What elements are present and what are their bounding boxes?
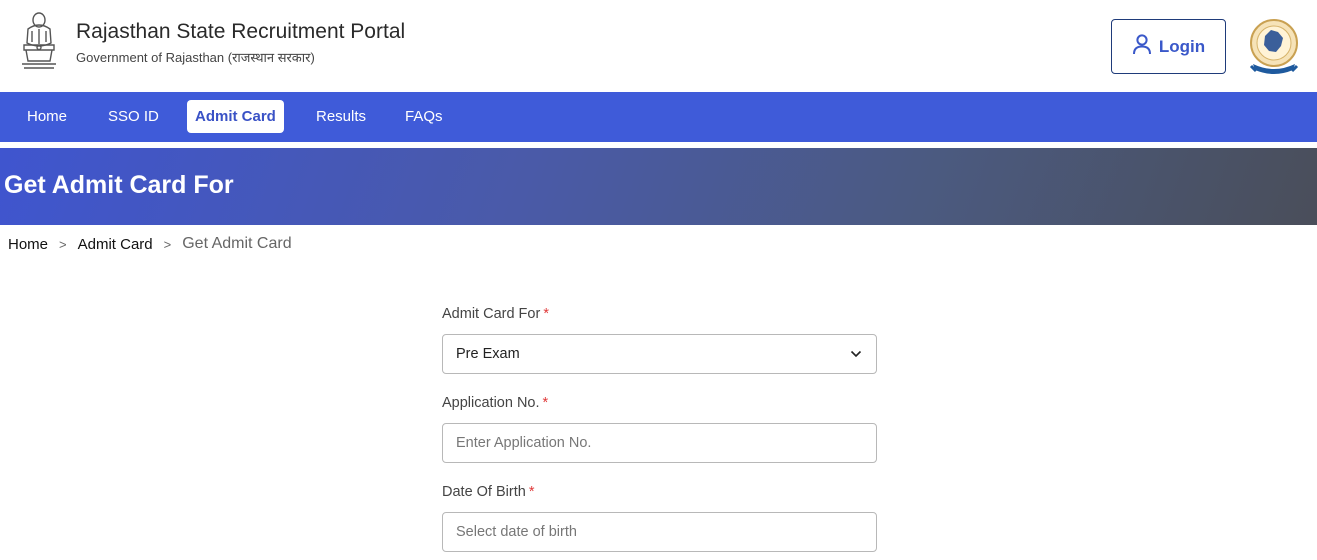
- site-title: Rajasthan State Recruitment Portal: [76, 20, 406, 43]
- admit-card-for-label-text: Admit Card For: [442, 306, 541, 322]
- date-of-birth-placeholder: Select date of birth: [456, 524, 577, 540]
- site-header: Rajasthan State Recruitment Portal Gover…: [0, 0, 1317, 92]
- admit-card-for-select[interactable]: Pre Exam: [442, 334, 877, 374]
- admit-card-for-value: Pre Exam: [456, 346, 520, 362]
- rajasthan-map-logo-icon: [1247, 16, 1301, 76]
- breadcrumb-admit-card[interactable]: Admit Card: [78, 236, 153, 253]
- site-subtitle: Government of Rajasthan (राजस्थान सरकार): [76, 50, 315, 65]
- application-no-label: Application No. *: [442, 395, 548, 411]
- required-mark: *: [543, 306, 549, 322]
- nav-item-sso-id[interactable]: SSO ID: [100, 100, 167, 133]
- user-icon: [1132, 33, 1152, 60]
- date-of-birth-input[interactable]: Select date of birth: [442, 512, 877, 552]
- breadcrumb-current: Get Admit Card: [182, 235, 292, 252]
- date-of-birth-label-text: Date Of Birth: [442, 484, 526, 500]
- breadcrumb-separator: >: [163, 236, 172, 252]
- date-of-birth-label: Date Of Birth *: [442, 484, 534, 500]
- breadcrumb-home[interactable]: Home: [8, 236, 48, 253]
- main-nav: Home SSO ID Admit Card Results FAQs: [0, 92, 1317, 142]
- nav-item-home[interactable]: Home: [19, 100, 75, 133]
- nav-item-faqs[interactable]: FAQs: [397, 100, 451, 133]
- breadcrumb: Home > Admit Card > Get Admit Card: [8, 235, 292, 253]
- required-mark: *: [528, 484, 535, 500]
- application-no-input[interactable]: Enter Application No.: [442, 423, 877, 463]
- application-no-label-text: Application No.: [442, 395, 540, 411]
- page-title: Get Admit Card For: [4, 171, 234, 199]
- breadcrumb-separator: >: [59, 236, 67, 252]
- page-banner: Get Admit Card For: [0, 148, 1317, 225]
- admit-card-for-label: Admit Card For *: [442, 306, 549, 322]
- national-emblem-icon: [18, 9, 60, 71]
- login-label: Login: [1158, 36, 1206, 56]
- chevron-down-icon: [850, 348, 862, 360]
- login-button[interactable]: Login: [1111, 19, 1226, 74]
- nav-item-results[interactable]: Results: [308, 100, 374, 133]
- nav-item-admit-card[interactable]: Admit Card: [187, 100, 284, 133]
- application-no-placeholder: Enter Application No.: [456, 435, 592, 451]
- required-mark: *: [542, 395, 549, 411]
